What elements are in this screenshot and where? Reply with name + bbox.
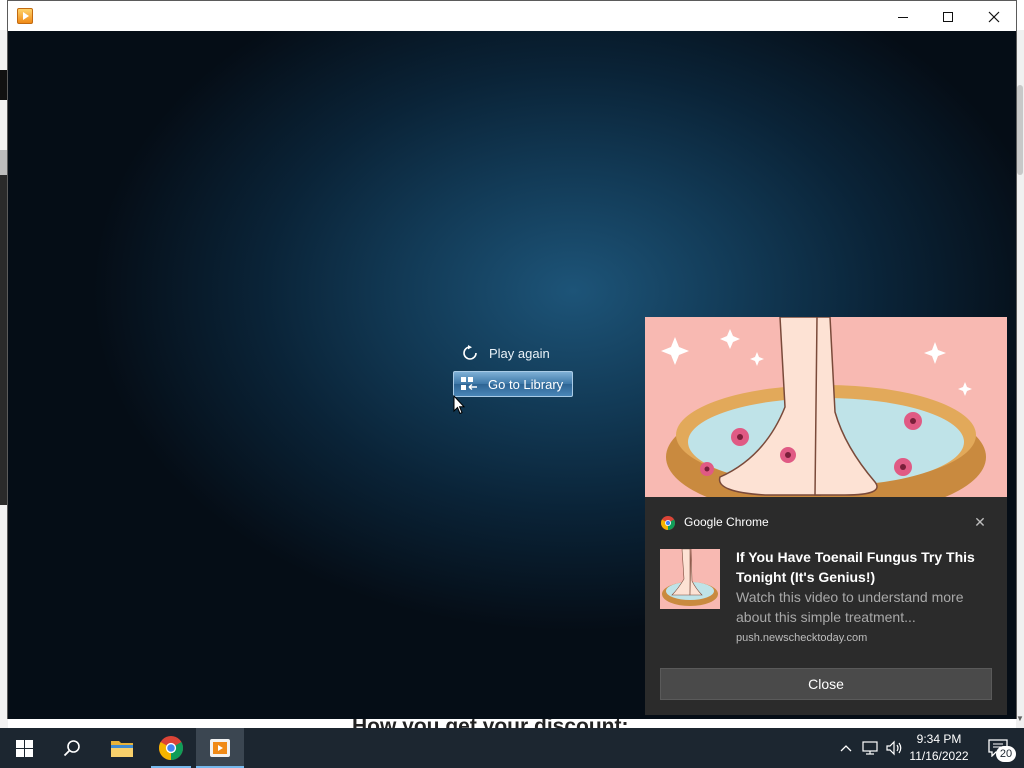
start-icon: [15, 739, 33, 757]
library-icon: [458, 373, 480, 395]
chevron-up-icon: [840, 745, 852, 752]
start-button[interactable]: [0, 728, 48, 768]
background-window-scrollbar[interactable]: ▼: [1016, 30, 1024, 728]
go-to-library-label: Go to Library: [488, 376, 564, 392]
close-icon: [988, 11, 1000, 23]
media-player-icon: [210, 739, 230, 757]
play-again-label: Play again: [489, 345, 550, 361]
file-explorer-icon: [111, 741, 133, 757]
mouse-cursor-icon: [453, 395, 465, 415]
search-button[interactable]: [48, 728, 96, 768]
file-explorer-button[interactable]: [98, 728, 146, 768]
close-window-button[interactable]: [971, 1, 1017, 31]
clock[interactable]: 9:34 PM 11/16/2022: [906, 728, 972, 768]
network-icon: [862, 741, 878, 755]
maximize-icon: [943, 12, 953, 23]
show-hidden-icons-button[interactable]: [836, 728, 856, 768]
network-button[interactable]: [860, 728, 882, 768]
action-center-button[interactable]: 20: [978, 728, 1018, 768]
notification-source-url: push.newschecktoday.com: [736, 632, 868, 644]
clock-date: 11/16/2022: [909, 749, 969, 763]
search-icon: [63, 740, 80, 757]
notification-title: If You Have Toenail Fungus Try This Toni…: [736, 549, 975, 585]
replay-icon: [459, 342, 481, 364]
notification-thumbnail: [660, 549, 720, 609]
notification-close-button[interactable]: Close: [660, 668, 992, 700]
play-again-button[interactable]: Play again: [455, 341, 575, 365]
chrome-icon: [661, 516, 675, 530]
notification-hero-image[interactable]: [645, 317, 1007, 497]
minimize-icon: [898, 16, 908, 18]
notification-app-name: Google Chrome: [684, 515, 769, 529]
scrollbar-thumb[interactable]: [1017, 85, 1023, 175]
maximize-button[interactable]: [925, 1, 971, 31]
chrome-taskbar-button[interactable]: [147, 728, 195, 768]
scroll-down-arrow-icon[interactable]: ▼: [1016, 714, 1024, 724]
notification-count-badge: 20: [996, 746, 1016, 762]
media-player-taskbar-button[interactable]: [196, 728, 244, 768]
taskbar: 9:34 PM 11/16/2022 20: [0, 728, 1024, 768]
minimize-button[interactable]: [880, 1, 926, 31]
dismiss-notification-button[interactable]: ✕: [971, 513, 989, 531]
media-player-app-icon[interactable]: [17, 8, 33, 24]
notification-body: Watch this video to understand more abou…: [736, 589, 964, 625]
go-to-library-button[interactable]: Go to Library: [453, 371, 573, 397]
chrome-push-notification[interactable]: Google Chrome ✕ If You Have Toenail Fung…: [645, 497, 1007, 715]
volume-button[interactable]: [884, 728, 906, 768]
clock-time: 9:34 PM: [916, 732, 962, 746]
volume-icon: [886, 740, 902, 756]
chrome-icon: [159, 736, 183, 760]
title-bar[interactable]: [8, 1, 1016, 31]
